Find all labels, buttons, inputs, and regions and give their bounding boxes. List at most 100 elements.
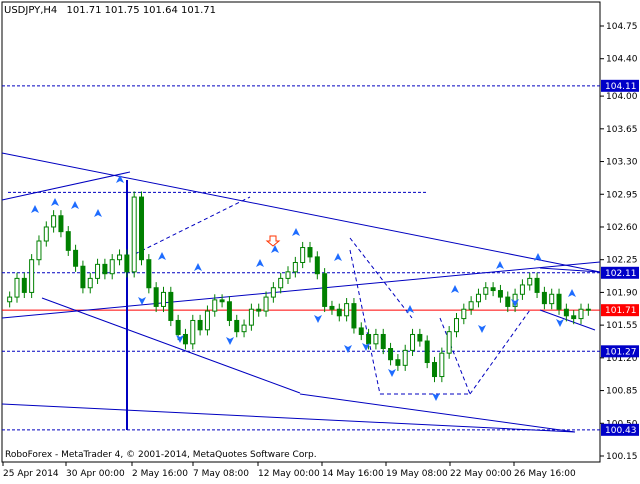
y-tick-label: 103.30	[606, 158, 638, 168]
candle-body	[51, 215, 57, 228]
candle-body	[21, 277, 27, 293]
candle-body	[292, 262, 298, 273]
price-badge-label: 100.43	[605, 426, 637, 436]
candle-body	[483, 287, 489, 295]
chart-background	[0, 0, 640, 480]
candle-body	[43, 226, 49, 242]
candle-body	[263, 296, 269, 312]
candle-body	[556, 293, 562, 310]
candle-body	[453, 318, 459, 333]
candle-body	[307, 247, 313, 258]
y-tick-label: 100.85	[606, 387, 638, 397]
candle-body	[395, 359, 401, 366]
candle-body	[497, 290, 503, 298]
y-tick-label: 104.40	[606, 55, 638, 65]
candle-body	[168, 291, 174, 321]
candle-body	[424, 340, 430, 364]
candle-body	[432, 362, 438, 378]
candle-body	[314, 256, 320, 275]
candle-body	[219, 299, 225, 303]
candle-body	[358, 327, 364, 335]
candle-body	[117, 254, 123, 261]
y-tick-label: 101.55	[606, 321, 638, 331]
candle-body	[256, 308, 262, 312]
candle-body	[549, 293, 555, 305]
candle-body	[505, 296, 511, 307]
candle-body	[204, 310, 210, 331]
candle-body	[182, 333, 188, 345]
price-badge-label: 102.11	[605, 269, 637, 279]
x-tick-label: 22 May 00:00	[450, 469, 512, 479]
y-tick-label: 101.90	[606, 288, 638, 298]
candle-body	[380, 333, 386, 350]
x-tick-label: 19 May 08:00	[386, 469, 448, 479]
y-tick-label: 102.95	[606, 190, 638, 200]
candle-body	[226, 301, 232, 321]
candle-body	[388, 348, 394, 361]
chart-header: USDJPY,H4 101.71 101.75 101.64 101.71	[4, 5, 216, 16]
candle-body	[190, 319, 196, 345]
candle-body	[29, 259, 35, 293]
candle-body	[475, 293, 481, 303]
candle-body	[36, 240, 42, 261]
candle-body	[95, 263, 101, 279]
copyright-text: RoboForex - MetaTrader 4, © 2001-2014, M…	[5, 450, 317, 460]
candle-body	[139, 196, 145, 261]
candle-body	[197, 319, 203, 331]
y-tick-label: 102.60	[606, 223, 638, 233]
candle-body	[410, 333, 416, 351]
ohlc-values: 101.71 101.75 101.64 101.71	[66, 5, 216, 16]
candle-body	[366, 333, 372, 345]
price-chart[interactable]: 104.75 104.40 104.00 103.65 103.30 102.95 102.…	[0, 0, 640, 480]
candle-body	[175, 319, 181, 335]
candle-body	[585, 308, 591, 311]
candle-body	[527, 277, 533, 286]
candle-body	[329, 305, 335, 310]
candle-body	[468, 301, 474, 310]
symbol-label: USDJPY,H4	[4, 5, 57, 16]
candle-body	[14, 277, 20, 298]
y-tick-label: 104.00	[606, 92, 638, 102]
candle-body	[439, 352, 445, 378]
y-tick-label: 104.75	[606, 22, 638, 32]
x-tick-label: 7 May 08:00	[193, 469, 249, 479]
candle-body	[65, 231, 71, 251]
candle-body	[124, 254, 130, 273]
candle-body	[322, 273, 328, 307]
candle-body	[131, 196, 137, 273]
candle-body	[7, 296, 13, 303]
candle-body	[519, 284, 525, 295]
candle-body	[153, 287, 159, 307]
x-tick-label: 25 Apr 2014	[3, 469, 59, 479]
y-tick-label: 103.65	[606, 125, 638, 135]
candle-body	[344, 303, 350, 317]
price-badge-label: 104.11	[605, 82, 637, 92]
chart-container: 104.75 104.40 104.00 103.65 103.30 102.95 102.…	[0, 0, 640, 480]
candle-body	[373, 333, 379, 345]
candle-body	[563, 308, 569, 317]
candle-body	[461, 308, 467, 320]
candle-body	[336, 308, 342, 317]
candle-body	[351, 303, 357, 329]
y-tick-label: 100.15	[606, 452, 638, 462]
candle-body	[80, 265, 86, 289]
candle-body	[534, 277, 540, 293]
y-tick-label: 102.25	[606, 256, 638, 266]
candle-body	[248, 308, 254, 326]
x-tick-label: 12 May 00:00	[258, 469, 320, 479]
candle-body	[571, 315, 577, 320]
candle-body	[270, 287, 276, 298]
candle-body	[285, 271, 291, 279]
candle-body	[102, 263, 108, 275]
candle-body	[578, 308, 584, 320]
price-badge-label: 101.71	[605, 306, 637, 316]
candle-body	[212, 299, 218, 312]
x-tick-label: 14 May 16:00	[322, 469, 384, 479]
candle-body	[87, 277, 93, 289]
candle-body	[446, 331, 452, 354]
candle-body	[417, 333, 423, 342]
x-tick-label: 30 Apr 00:00	[66, 469, 125, 479]
candle-body	[58, 215, 64, 233]
candle-body	[402, 349, 408, 366]
candle-body	[278, 277, 284, 289]
